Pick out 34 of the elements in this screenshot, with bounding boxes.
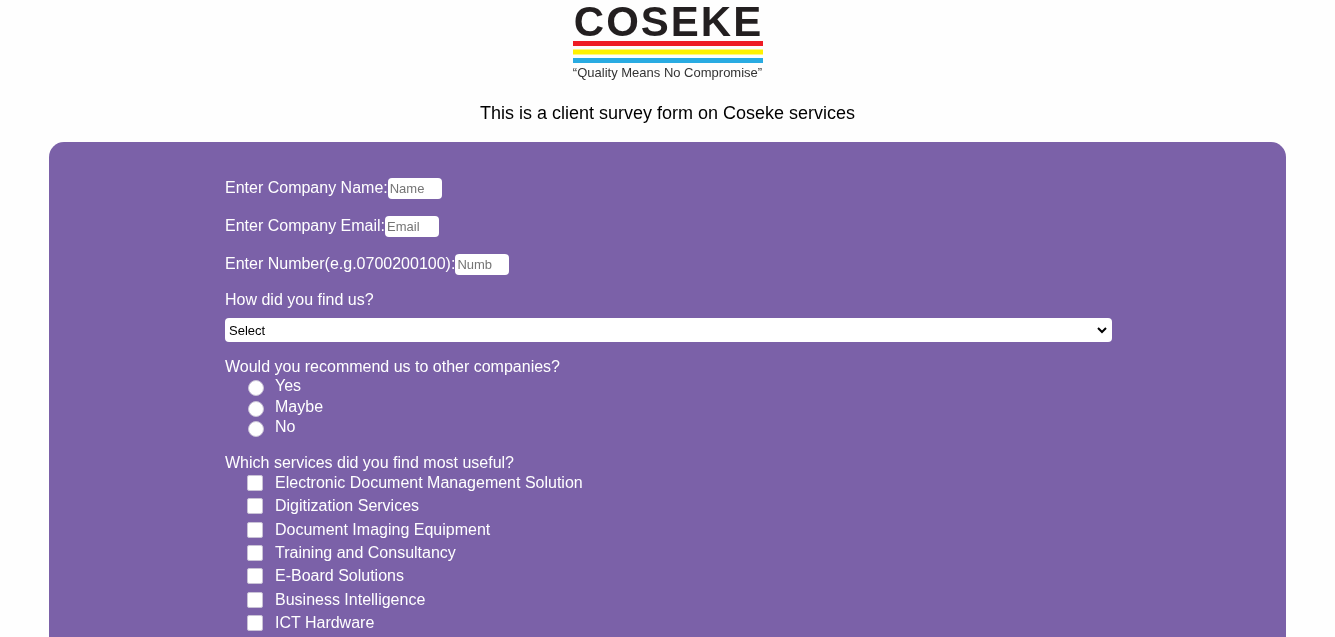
question-label: Would you recommend us to other companies? [225,358,560,376]
radio-label: Maybe [275,397,324,416]
checkbox-label: Document Imaging Equipment [275,520,491,539]
field-label: Enter Company Email: [225,217,386,235]
checkbox-label: ICT Hardware [275,613,375,632]
checkbox-label: E-Board Solutions [275,567,404,586]
logo-tagline: “Quality Means No Compromise” [572,65,763,80]
text-input-field[interactable]: Email [385,215,440,237]
page-intro-text: This is a client survey form on Coseke services [479,103,856,124]
radio-label: No [275,418,296,437]
checkbox[interactable] [247,591,263,608]
checkbox-label: Digitization Services [275,497,420,516]
checkbox-label: Business Intelligence [275,590,426,609]
checkbox-label: Electronic Document Management Solution [275,474,583,493]
radio-button[interactable] [248,380,264,397]
checkbox[interactable] [247,568,263,585]
radio-button[interactable] [248,400,264,417]
logo-wordmark: COSEKE [573,4,764,40]
checkbox[interactable] [247,498,263,515]
checkbox[interactable] [247,475,263,492]
field-label: Enter Company Name: [225,179,388,197]
dropdown-field[interactable]: Select [225,318,1112,342]
checkbox[interactable] [247,614,263,631]
text-input-field[interactable]: Numb [455,253,510,275]
checkbox[interactable] [247,545,263,562]
radio-label: Yes [275,377,302,396]
chevron-down-icon [1097,326,1107,334]
checkbox[interactable] [247,521,263,538]
text-input-field[interactable]: Name [387,177,442,199]
checkbox-label: Training and Consultancy [275,544,456,563]
radio-button[interactable] [248,421,264,438]
question-label: How did you find us? [225,291,374,309]
question-label: Which services did you find most useful? [225,453,514,472]
field-label: Enter Number(e.g.0700200100): [225,255,456,273]
